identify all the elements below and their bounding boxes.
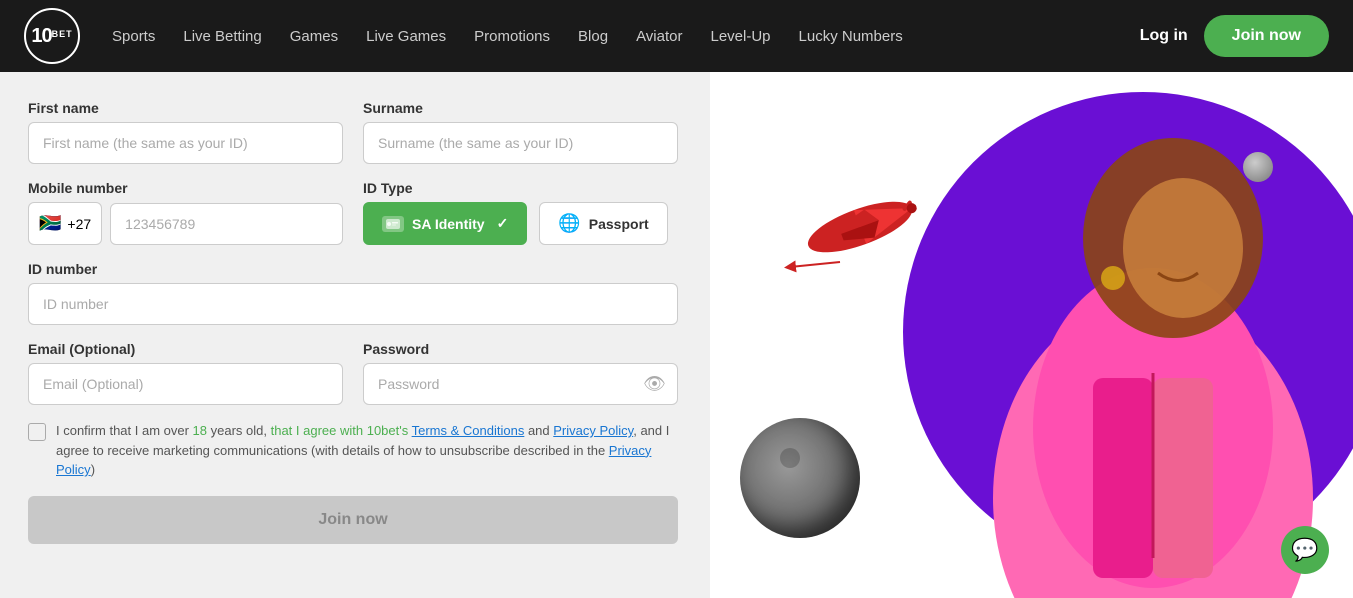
password-group: Password 👁 <box>363 341 678 405</box>
terms-text: I confirm that I am over 18 years old, t… <box>56 421 678 480</box>
email-password-row: Email (Optional) Password 👁 <box>28 341 678 405</box>
password-input[interactable] <box>363 363 678 405</box>
terms-and: and <box>524 423 553 438</box>
sa-identity-button[interactable]: SA Identity ✓ <box>363 202 527 245</box>
nav-sports[interactable]: Sports <box>112 28 155 45</box>
nav-live-betting[interactable]: Live Betting <box>183 28 261 45</box>
email-input[interactable] <box>28 363 343 405</box>
id-card-icon <box>382 216 404 232</box>
mobile-label: Mobile number <box>28 180 343 196</box>
email-group: Email (Optional) <box>28 341 343 405</box>
password-label: Password <box>363 341 678 357</box>
passport-button[interactable]: 🌐 Passport <box>539 202 667 245</box>
globe-icon: 🌐 <box>558 213 580 234</box>
registration-form-section: First name Surname Mobile number 🇿🇦 +27 <box>0 72 710 598</box>
logo[interactable]: 10 BET <box>24 8 80 64</box>
terms-conditions-link[interactable]: Terms & Conditions <box>412 423 525 438</box>
nav-aviator[interactable]: Aviator <box>636 28 682 45</box>
terms-agree: that I agree with 10bet's <box>271 423 412 438</box>
header: 10 BET Sports Live Betting Games Live Ga… <box>0 0 1353 72</box>
id-number-group: ID number <box>28 261 678 325</box>
surname-label: Surname <box>363 100 678 116</box>
password-wrapper: 👁 <box>363 363 678 405</box>
id-number-label: ID number <box>28 261 678 277</box>
moon-decoration <box>740 418 860 538</box>
flag-icon: 🇿🇦 <box>39 213 61 234</box>
id-type-label: ID Type <box>363 180 678 196</box>
first-name-input[interactable] <box>28 122 343 164</box>
id-type-group: ID Type SA Identity ✓ <box>363 180 678 245</box>
join-now-button-submit[interactable]: Join now <box>28 496 678 544</box>
id-number-row: ID number <box>28 261 678 325</box>
mobile-group: Mobile number 🇿🇦 +27 <box>28 180 343 245</box>
id-type-buttons: SA Identity ✓ 🌐 Passport <box>363 202 678 245</box>
main-content: First name Surname Mobile number 🇿🇦 +27 <box>0 72 1353 598</box>
terms-row: I confirm that I am over 18 years old, t… <box>28 421 678 480</box>
hero-person <box>953 78 1353 598</box>
plane-decoration <box>760 152 960 302</box>
mobile-input[interactable] <box>110 203 343 245</box>
privacy-policy-link[interactable]: Privacy Policy <box>553 423 633 438</box>
hero-section <box>710 72 1353 598</box>
checkmark-icon: ✓ <box>497 215 509 232</box>
country-code: +27 <box>67 216 91 232</box>
password-toggle-icon[interactable]: 👁 <box>643 374 666 395</box>
sa-identity-label: SA Identity <box>412 216 485 232</box>
nav-blog[interactable]: Blog <box>578 28 608 45</box>
surname-group: Surname <box>363 100 678 164</box>
terms-text-4: ) <box>91 462 95 477</box>
nav-level-up[interactable]: Level-Up <box>710 28 770 45</box>
mobile-input-row: 🇿🇦 +27 <box>28 202 343 245</box>
nav-live-games[interactable]: Live Games <box>366 28 446 45</box>
terms-text-1: I confirm that I am over <box>56 423 193 438</box>
login-button[interactable]: Log in <box>1140 27 1188 45</box>
header-actions: Log in Join now <box>1140 15 1329 57</box>
main-nav: Sports Live Betting Games Live Games Pro… <box>112 28 1140 45</box>
first-name-label: First name <box>28 100 343 116</box>
surname-input[interactable] <box>363 122 678 164</box>
first-name-group: First name <box>28 100 343 164</box>
terms-age: 18 <box>193 423 207 438</box>
chat-icon: 💬 <box>1291 537 1318 563</box>
nav-promotions[interactable]: Promotions <box>474 28 550 45</box>
id-number-input[interactable] <box>28 283 678 325</box>
name-row: First name Surname <box>28 100 678 164</box>
country-code-selector[interactable]: 🇿🇦 +27 <box>28 202 102 245</box>
terms-text-2: years old, <box>207 423 271 438</box>
nav-games[interactable]: Games <box>290 28 338 45</box>
terms-checkbox[interactable] <box>28 423 46 441</box>
chat-button[interactable]: 💬 <box>1281 526 1329 574</box>
join-now-button-header[interactable]: Join now <box>1204 15 1329 57</box>
nav-lucky-numbers[interactable]: Lucky Numbers <box>799 28 903 45</box>
mobile-idtype-row: Mobile number 🇿🇦 +27 ID Type <box>28 180 678 245</box>
passport-label: Passport <box>589 216 649 232</box>
email-label: Email (Optional) <box>28 341 343 357</box>
